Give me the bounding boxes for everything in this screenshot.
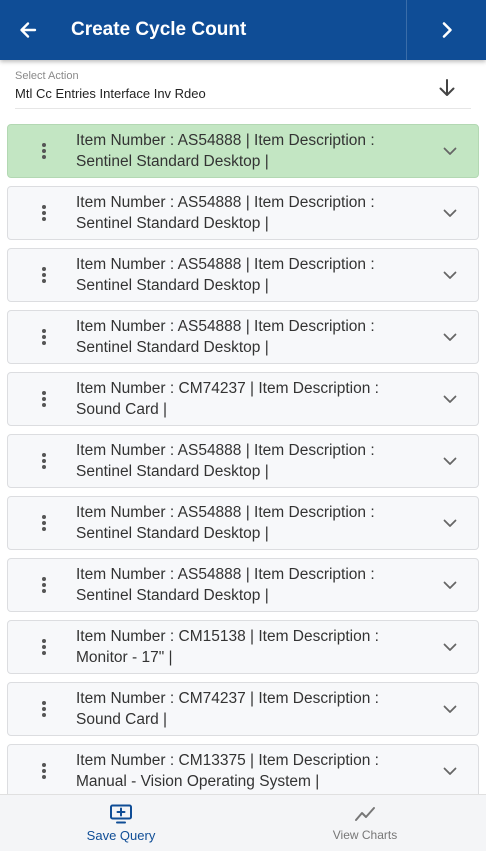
list-item-text: Item Number : CM74237 | Item Description… [76,378,406,420]
chevron-down-icon[interactable] [438,373,462,425]
list-item-line1: Item Number : AS54888 | Item Description… [76,194,375,211]
list-item-text: Item Number : AS54888 | Item Description… [76,254,406,296]
chevron-down-icon[interactable] [438,683,462,735]
next-button[interactable] [407,0,486,60]
more-vertical-icon[interactable] [32,559,56,611]
list-item-line1: Item Number : CM74237 | Item Description… [76,380,379,397]
back-button[interactable] [0,0,56,60]
chevron-down-icon[interactable] [438,125,462,177]
list-item-line2: Sentinel Standard Desktop | [76,277,269,294]
more-vertical-icon[interactable] [32,497,56,549]
chevron-down-icon[interactable] [438,497,462,549]
list-item-line1: Item Number : AS54888 | Item Description… [76,442,375,459]
more-vertical-icon[interactable] [32,745,56,794]
list-item-line1: Item Number : CM15138 | Item Description… [76,628,379,645]
list-item-text: Item Number : AS54888 | Item Description… [76,502,406,544]
save-query-button[interactable]: Save Query [41,795,201,851]
list-item-line2: Sentinel Standard Desktop | [76,463,269,480]
list-item[interactable]: Item Number : AS54888 | Item Description… [7,496,479,550]
list-item-text: Item Number : CM13375 | Item Description… [76,750,406,792]
app-header: Create Cycle Count [0,0,486,60]
more-vertical-icon[interactable] [32,435,56,487]
select-action-value: Mtl Cc Entries Interface Inv Rdeo [15,86,206,101]
more-vertical-icon[interactable] [32,125,56,177]
list-item-line1: Item Number : CM74237 | Item Description… [76,690,379,707]
chevron-right-icon [442,22,452,38]
chevron-down-icon[interactable] [438,249,462,301]
list-item-text: Item Number : AS54888 | Item Description… [76,192,406,234]
page-title: Create Cycle Count [71,19,247,40]
chevron-down-icon[interactable] [438,559,462,611]
line-chart-icon [355,807,375,821]
list-item-line1: Item Number : CM13375 | Item Description… [76,752,379,769]
list-item-line1: Item Number : AS54888 | Item Description… [76,132,375,149]
monitor-plus-icon [110,804,132,823]
list-item-line2: Sound Card | [76,401,168,418]
list-item-line1: Item Number : AS54888 | Item Description… [76,566,375,583]
view-charts-button[interactable]: View Charts [285,795,445,851]
list-item-line2: Sentinel Standard Desktop | [76,525,269,542]
list-item-text: Item Number : AS54888 | Item Description… [76,130,406,172]
list-item[interactable]: Item Number : AS54888 | Item Description… [7,186,479,240]
list-item[interactable]: Item Number : AS54888 | Item Description… [7,310,479,364]
more-vertical-icon[interactable] [32,249,56,301]
list-item[interactable]: Item Number : CM13375 | Item Description… [7,744,479,794]
chevron-down-icon[interactable] [438,435,462,487]
list-item[interactable]: Item Number : CM74237 | Item Description… [7,372,479,426]
select-action-label: Select Action [15,70,79,82]
list-item[interactable]: Item Number : CM74237 | Item Description… [7,682,479,736]
chevron-down-icon[interactable] [438,187,462,239]
list-item-line1: Item Number : AS54888 | Item Description… [76,504,375,521]
chevron-down-icon[interactable] [438,745,462,794]
more-vertical-icon[interactable] [32,187,56,239]
list-item[interactable]: Item Number : AS54888 | Item Description… [7,124,479,178]
more-vertical-icon[interactable] [32,373,56,425]
list-item-text: Item Number : AS54888 | Item Description… [76,440,406,482]
arrow-left-icon [20,22,37,38]
list-item[interactable]: Item Number : CM15138 | Item Description… [7,620,479,674]
list-item-line1: Item Number : AS54888 | Item Description… [76,256,375,273]
list-item-text: Item Number : CM15138 | Item Description… [76,626,406,668]
view-charts-label: View Charts [332,828,398,842]
list-item-line2: Monitor - 17" | [76,649,173,666]
chevron-down-icon[interactable] [438,311,462,363]
download-button[interactable] [433,74,461,102]
more-vertical-icon[interactable] [32,683,56,735]
arrow-down-icon [439,79,455,96]
bottom-toolbar: Save Query View Charts [0,794,486,851]
list-item-line2: Sentinel Standard Desktop | [76,215,269,232]
more-vertical-icon[interactable] [32,621,56,673]
more-vertical-icon[interactable] [32,311,56,363]
list-item-line2: Manual - Vision Operating System | [76,773,320,790]
list-item-line2: Sound Card | [76,711,168,728]
list-item-text: Item Number : AS54888 | Item Description… [76,564,406,606]
list-item[interactable]: Item Number : AS54888 | Item Description… [7,434,479,488]
save-query-label: Save Query [86,827,156,843]
list-item-line2: Sentinel Standard Desktop | [76,339,269,356]
list-item-line2: Sentinel Standard Desktop | [76,587,269,604]
list-item-text: Item Number : AS54888 | Item Description… [76,316,406,358]
chevron-down-icon[interactable] [438,621,462,673]
list-item[interactable]: Item Number : AS54888 | Item Description… [7,248,479,302]
item-list[interactable]: Item Number : AS54888 | Item Description… [7,124,479,794]
list-item-line2: Sentinel Standard Desktop | [76,153,269,170]
list-item-line1: Item Number : AS54888 | Item Description… [76,318,375,335]
list-item[interactable]: Item Number : AS54888 | Item Description… [7,558,479,612]
list-item-text: Item Number : CM74237 | Item Description… [76,688,406,730]
select-action-field[interactable]: Select Action Mtl Cc Entries Interface I… [15,68,471,109]
